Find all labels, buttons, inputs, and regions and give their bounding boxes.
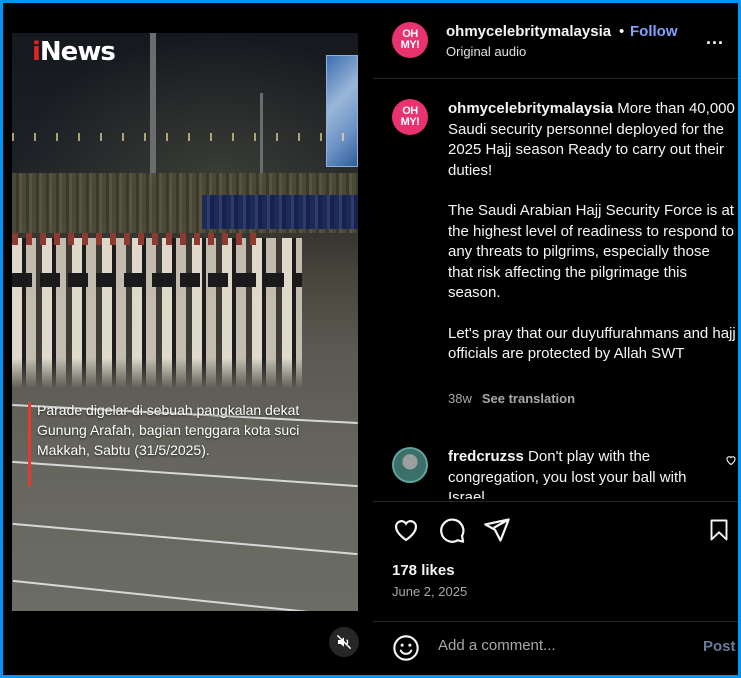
follow-button[interactable]: Follow <box>630 23 678 40</box>
comment-like-button[interactable] <box>725 453 737 471</box>
caption-username[interactable]: ohmycelebritymalaysia <box>448 100 613 117</box>
more-icon: ... <box>706 28 725 48</box>
caption-paragraph: The Saudi Arabian Hajj Security Force is… <box>448 202 735 301</box>
billboard-screen <box>326 55 358 167</box>
comment-icon <box>440 518 465 543</box>
emoji-button[interactable] <box>392 634 420 662</box>
stadium-lights <box>12 133 358 141</box>
heart-icon <box>394 520 418 542</box>
post-actions <box>373 501 738 555</box>
author-username[interactable]: ohmycelebritymalaysia <box>446 23 611 40</box>
blue-uniform-troops <box>202 195 358 229</box>
author-avatar[interactable]: OH MY! <box>392 22 428 58</box>
caption-paragraph: ohmycelebritymalaysia More than 40,000 S… <box>448 100 735 179</box>
caption-accent-bar <box>28 402 31 486</box>
original-audio-link[interactable]: Original audio <box>446 44 526 59</box>
likes-count[interactable]: 178 likes <box>392 562 455 579</box>
post-age: 38w <box>448 391 472 406</box>
caption-paragraph: Let's pray that our duyuffurahmans and h… <box>448 324 736 363</box>
video-caption-text: Parade digelar di sebuah pangkalan dekat… <box>37 402 300 458</box>
comment-item: fredcruzss Don't play with the congregat… <box>392 447 732 499</box>
like-button[interactable] <box>392 516 420 544</box>
add-comment-bar: Post <box>373 621 738 675</box>
commenter-username[interactable]: fredcruzss <box>448 448 524 465</box>
emoji-icon <box>393 635 419 661</box>
see-translation-link[interactable]: See translation <box>482 391 575 406</box>
track-line <box>12 522 358 556</box>
video-pane: iNews Parade digelar di sebuah pangkalan… <box>3 3 373 675</box>
comment-body: fredcruzss Don't play with the congregat… <box>448 447 718 499</box>
share-button[interactable] <box>483 516 511 544</box>
post-date[interactable]: June 2, 2025 <box>392 584 467 599</box>
caption-body: ohmycelebritymalaysia More than 40,000 S… <box>448 99 736 385</box>
post-header: OH MY! ohmycelebritymalaysia • Follow Or… <box>373 3 738 79</box>
heart-icon <box>726 456 736 466</box>
save-button[interactable] <box>707 516 735 544</box>
bookmark-icon <box>710 519 728 541</box>
troop-belts <box>12 273 302 287</box>
track-line <box>12 460 358 488</box>
more-options-button[interactable]: ... <box>706 28 724 49</box>
comment-button[interactable] <box>438 516 466 544</box>
comment-input[interactable] <box>438 637 678 654</box>
caption-meta: 38w See translation <box>448 391 575 406</box>
post-side-panel: OH MY! ohmycelebritymalaysia • Follow Or… <box>373 3 738 675</box>
red-berets <box>12 233 262 245</box>
inews-logo: iNews <box>32 37 116 67</box>
caption-author-avatar[interactable]: OH MY! <box>392 99 428 135</box>
post-dialog: iNews Parade digelar di sebuah pangkalan… <box>3 3 738 675</box>
header-separator: • <box>619 23 625 40</box>
commenter-avatar[interactable] <box>392 447 428 483</box>
marching-troops <box>12 238 302 388</box>
track-line <box>12 579 358 611</box>
light-pole <box>150 33 156 183</box>
speaker-muted-icon <box>336 634 352 650</box>
share-icon <box>484 518 510 542</box>
reel-video[interactable]: iNews Parade digelar di sebuah pangkalan… <box>12 33 358 611</box>
post-comment-button[interactable]: Post <box>703 638 736 655</box>
mute-button[interactable] <box>329 627 359 657</box>
